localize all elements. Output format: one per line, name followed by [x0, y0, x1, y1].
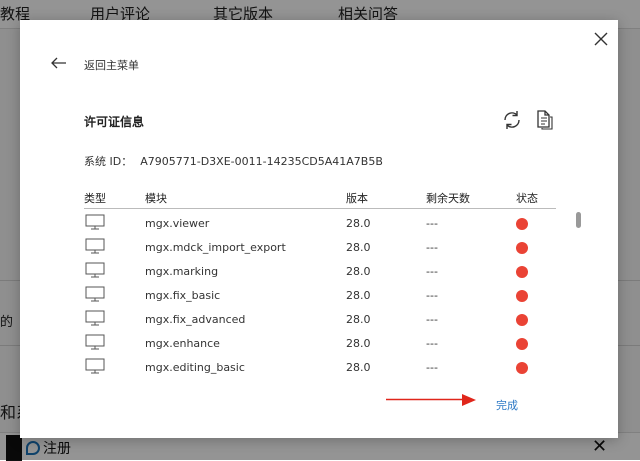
table-scrollbar[interactable] [576, 212, 581, 228]
module-name: mgx.fix_advanced [145, 313, 246, 326]
days-left: --- [426, 337, 438, 350]
module-version: 28.0 [346, 265, 371, 278]
back-arrow-icon[interactable] [50, 56, 68, 70]
col-days-left: 剩余天数 [426, 192, 470, 205]
module-version: 28.0 [346, 241, 371, 254]
module-name: mgx.editing_basic [145, 361, 245, 374]
module-name: mgx.viewer [145, 217, 210, 230]
annotation-arrow-icon [386, 394, 476, 406]
status-dot [516, 218, 528, 230]
table-row: mgx.fix_basic 28.0 --- [84, 284, 556, 308]
table-row: mgx.enhance 28.0 --- [84, 332, 556, 356]
table-row: mgx.viewer 28.0 --- [84, 212, 556, 236]
days-left: --- [426, 289, 438, 302]
system-id-value: A7905771-D3XE-0011-14235CD5A41A7B5B [140, 155, 383, 168]
section-title: 许可证信息 [84, 115, 145, 129]
table-row: mgx.marking 28.0 --- [84, 260, 556, 284]
close-icon[interactable] [592, 30, 610, 48]
module-version: 28.0 [346, 217, 371, 230]
module-version: 28.0 [346, 313, 371, 326]
system-id-label: 系统 ID： [84, 155, 133, 168]
module-version: 28.0 [346, 289, 371, 302]
days-left: --- [426, 361, 438, 374]
module-name: mgx.marking [145, 265, 219, 278]
system-id: 系统 ID： A7905771-D3XE-0011-14235CD5A41A7B5… [84, 153, 383, 169]
status-dot [516, 338, 528, 350]
module-name: mgx.fix_basic [145, 289, 221, 302]
days-left: --- [426, 241, 438, 254]
status-dot [516, 242, 528, 254]
computer-icon [85, 286, 105, 302]
refresh-icon[interactable] [501, 109, 523, 131]
days-left: --- [426, 217, 438, 230]
table-row: mgx.editing_basic 28.0 --- [84, 356, 556, 380]
computer-icon [85, 262, 105, 278]
computer-icon [85, 310, 105, 326]
back-to-main-menu-link[interactable]: 返回主菜单 [84, 57, 139, 73]
module-version: 28.0 [346, 337, 371, 350]
table-row: mgx.fix_advanced 28.0 --- [84, 308, 556, 332]
computer-icon [85, 214, 105, 230]
col-version: 版本 [346, 192, 368, 205]
status-dot [516, 290, 528, 302]
status-dot [516, 362, 528, 374]
computer-icon [85, 334, 105, 350]
status-dot [516, 266, 528, 278]
module-version: 28.0 [346, 361, 371, 374]
col-module: 模块 [145, 192, 167, 205]
copy-document-icon[interactable] [533, 108, 555, 130]
license-table-header: 类型 模块 版本 剩余天数 状态 [84, 190, 556, 209]
col-status: 状态 [516, 192, 538, 205]
days-left: --- [426, 313, 438, 326]
days-left: --- [426, 265, 438, 278]
status-dot [516, 314, 528, 326]
computer-icon [85, 358, 105, 374]
col-type: 类型 [84, 192, 106, 205]
table-row: mgx.mdck_import_export 28.0 --- [84, 236, 556, 260]
computer-icon [85, 238, 105, 254]
module-name: mgx.enhance [145, 337, 220, 350]
license-dialog: 返回主菜单 许可证信息 系统 ID： A7905771-D3XE-0011-142… [20, 20, 618, 438]
module-name: mgx.mdck_import_export [145, 241, 286, 254]
done-button[interactable]: 完成 [496, 397, 518, 413]
